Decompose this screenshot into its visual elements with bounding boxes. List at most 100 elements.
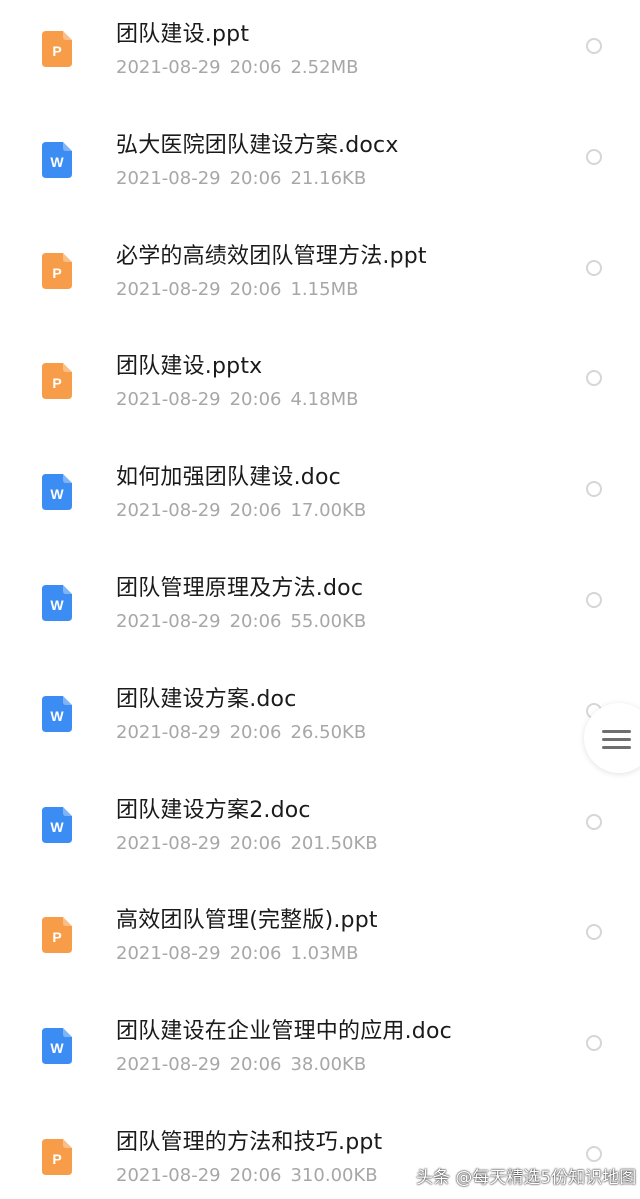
- file-list-item[interactable]: P 团队建设.ppt 2021-08-29 20:06 2.52MB: [0, 0, 640, 110]
- ppt-file-icon: P: [42, 31, 72, 67]
- file-list-item[interactable]: P 高效团队管理(完整版).ppt 2021-08-29 20:06 1.03MB: [0, 886, 640, 996]
- file-meta: 2021-08-29 20:06 1.15MB: [116, 279, 367, 300]
- svg-text:P: P: [52, 43, 61, 59]
- ppt-file-icon: P: [42, 252, 72, 289]
- select-checkbox[interactable]: [586, 813, 602, 830]
- select-checkbox[interactable]: [586, 259, 602, 276]
- select-checkbox[interactable]: [586, 481, 602, 498]
- file-date: 2021-08-29: [116, 943, 221, 965]
- file-name: 团队建设.ppt: [116, 22, 250, 47]
- file-date: 2021-08-29: [116, 167, 221, 189]
- file-meta: 2021-08-29 20:06 1.03MB: [116, 943, 367, 964]
- file-date: 2021-08-29: [116, 389, 221, 411]
- file-time: 20:06: [229, 943, 282, 965]
- ppt-file-icon: P: [42, 363, 72, 400]
- file-date: 2021-08-29: [116, 611, 221, 632]
- file-list-item[interactable]: W 团队建设方案.doc 2021-08-29 20:06 26.50KB: [0, 665, 640, 775]
- svg-text:W: W: [50, 154, 64, 170]
- file-time: 20:06: [229, 167, 282, 189]
- file-date: 2021-08-29: [116, 500, 221, 522]
- svg-text:P: P: [52, 929, 61, 945]
- file-list-item[interactable]: W 团队建设方案2.doc 2021-08-29 20:06 201.50KB: [0, 776, 640, 886]
- select-checkbox[interactable]: [586, 38, 602, 54]
- file-date: 2021-08-29: [116, 57, 221, 78]
- file-meta: 2021-08-29 20:06 26.50KB: [116, 722, 375, 743]
- word-file-icon: W: [42, 585, 72, 621]
- svg-text:W: W: [50, 486, 64, 502]
- file-meta: 2021-08-29 20:06 201.50KB: [116, 833, 387, 854]
- svg-text:P: P: [52, 1151, 61, 1167]
- svg-text:W: W: [50, 597, 64, 613]
- word-file-icon: W: [42, 806, 72, 843]
- word-file-icon: W: [42, 695, 72, 732]
- file-meta: 2021-08-29 20:06 2.52MB: [116, 57, 367, 78]
- file-time: 20:06: [229, 57, 282, 78]
- file-date: 2021-08-29: [116, 721, 221, 743]
- file-size: 1.03MB: [290, 943, 359, 965]
- ppt-file-icon: P: [42, 1139, 72, 1175]
- file-time: 20:06: [229, 721, 282, 743]
- file-date: 2021-08-29: [116, 278, 221, 300]
- file-name: 团队管理原理及方法.doc: [116, 576, 364, 601]
- file-meta: 2021-08-29 20:06 17.00KB: [116, 500, 375, 521]
- file-meta: 2021-08-29 20:06 4.18MB: [116, 389, 367, 410]
- svg-text:W: W: [50, 819, 64, 835]
- svg-text:P: P: [52, 375, 61, 391]
- select-checkbox[interactable]: [586, 592, 602, 608]
- file-name: 高效团队管理(完整版).ppt: [116, 908, 378, 934]
- file-name: 如何加强团队建设.doc: [116, 465, 341, 491]
- file-size: 4.18MB: [290, 389, 359, 411]
- file-size: 1.15MB: [290, 278, 359, 300]
- file-name: 团队建设方案2.doc: [116, 797, 311, 823]
- file-time: 20:06: [229, 1165, 282, 1186]
- ppt-file-icon: P: [42, 917, 72, 954]
- file-name: 团队建设方案.doc: [116, 686, 297, 712]
- menu-icon: [602, 730, 631, 754]
- file-list-item[interactable]: P 必学的高绩效团队管理方法.ppt 2021-08-29 20:06 1.15MB: [0, 222, 640, 332]
- file-list-item[interactable]: W 弘大医院团队建设方案.docx 2021-08-29 20:06 21.16KB: [0, 111, 640, 221]
- file-list-item[interactable]: W 如何加强团队建设.doc 2021-08-29 20:06 17.00KB: [0, 443, 640, 553]
- svg-text:W: W: [50, 708, 64, 724]
- file-date: 2021-08-29: [116, 832, 221, 854]
- select-checkbox[interactable]: [586, 148, 602, 165]
- select-checkbox[interactable]: [586, 924, 602, 941]
- file-size: 17.00KB: [290, 500, 367, 522]
- file-time: 20:06: [229, 278, 282, 300]
- word-file-icon: W: [42, 1028, 72, 1065]
- svg-text:W: W: [50, 1040, 64, 1056]
- word-file-icon: W: [42, 141, 72, 178]
- select-checkbox[interactable]: [586, 1146, 602, 1162]
- file-size: 26.50KB: [290, 721, 367, 743]
- file-size: 21.16KB: [290, 167, 367, 189]
- select-checkbox[interactable]: [586, 1035, 602, 1052]
- file-name: 团队建设在企业管理中的应用.doc: [116, 1019, 452, 1045]
- file-list: P 团队建设.ppt 2021-08-29 20:06 2.52MB W 弘大医院团队建设方…: [0, 0, 640, 1199]
- file-date: 2021-08-29: [116, 1165, 221, 1186]
- file-meta: 2021-08-29 20:06 21.16KB: [116, 168, 375, 189]
- file-time: 20:06: [229, 389, 282, 411]
- file-size: 38.00KB: [290, 1054, 367, 1076]
- file-time: 20:06: [229, 832, 282, 854]
- file-date: 2021-08-29: [116, 1054, 221, 1076]
- file-size: 201.50KB: [290, 832, 378, 854]
- file-meta: 2021-08-29 20:06 310.00KB: [116, 1165, 387, 1186]
- file-size: 2.52MB: [290, 57, 359, 78]
- word-file-icon: W: [42, 474, 72, 511]
- file-meta: 2021-08-29 20:06 55.00KB: [116, 611, 375, 632]
- watermark: 头条 @每天精选5份知识地图: [416, 1168, 637, 1188]
- svg-text:P: P: [52, 265, 61, 281]
- file-size: 310.00KB: [290, 1165, 378, 1186]
- file-list-item[interactable]: W 团队建设在企业管理中的应用.doc 2021-08-29 20:06 38.00KB: [0, 997, 640, 1107]
- file-list-item[interactable]: P 团队建设.pptx 2021-08-29 20:06 4.18MB: [0, 332, 640, 442]
- file-name: 必学的高绩效团队管理方法.ppt: [116, 243, 427, 269]
- file-name: 团队建设.pptx: [116, 354, 263, 380]
- file-size: 55.00KB: [290, 611, 367, 632]
- file-name: 团队管理的方法和技巧.ppt: [116, 1130, 383, 1155]
- file-time: 20:06: [229, 1054, 282, 1076]
- file-time: 20:06: [229, 611, 282, 632]
- file-name: 弘大医院团队建设方案.docx: [116, 132, 399, 158]
- file-meta: 2021-08-29 20:06 38.00KB: [116, 1054, 375, 1075]
- file-list-item[interactable]: W 团队管理原理及方法.doc 2021-08-29 20:06 55.00KB: [0, 554, 640, 664]
- select-checkbox[interactable]: [586, 370, 602, 387]
- file-time: 20:06: [229, 500, 282, 522]
